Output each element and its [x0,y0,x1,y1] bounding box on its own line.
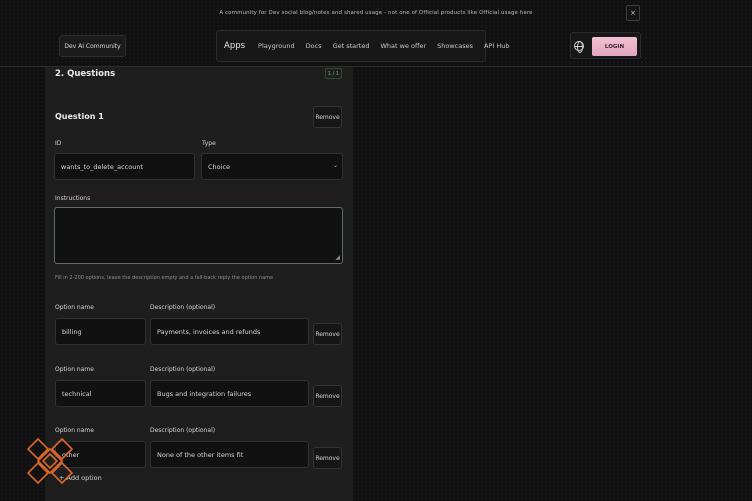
option-name-label: Option name [55,304,94,311]
header-actions: LOGIN [570,32,641,59]
nav-item-showcases[interactable]: Showcases [437,42,473,50]
option-description-input[interactable]: None of the other items fit [150,441,309,468]
option-name-input[interactable]: technical [55,380,146,407]
nav-item-playground[interactable]: Playground [258,42,295,50]
remove-question-button[interactable]: Remove [313,106,342,128]
remove-option-button[interactable]: Remove [313,323,342,345]
option-description-label: Description (optional) [150,366,216,373]
main-nav: Apps Playground Docs Get started What we… [216,30,510,62]
option-name-label: Option name [55,427,94,434]
questions-form-panel: 2. Questions 1 / 1 Question 1 Remove ID … [45,67,353,501]
chevron-down-icon: ⌄ [332,162,338,169]
section-title: 2. Questions [55,69,116,79]
option-name-label: Option name [55,366,94,373]
community-logo-icon[interactable] [24,435,76,487]
option-name-input[interactable]: billing [55,318,146,345]
banner-close-button[interactable]: × [626,5,640,21]
option-description-input[interactable]: Bugs and integration failures [150,380,309,407]
nav-item-what-we-offer[interactable]: What we offer [380,42,426,50]
remove-option-button[interactable]: Remove [313,385,342,407]
remove-option-button[interactable]: Remove [313,447,342,469]
top-navigation-bar: Dev AI Community Apps Playground Docs Ge… [0,26,752,67]
question-title: Question 1 [55,112,104,121]
type-select-value: Choice [208,162,231,171]
nav-item-docs[interactable]: Docs [306,42,322,50]
option-description-label: Description (optional) [150,427,216,434]
nav-item-apps[interactable]: Apps [224,41,245,51]
instructions-label: Instructions [55,195,91,202]
nav-item-api-hub[interactable]: API Hub [484,42,509,50]
banner-text: A community for Dev social blog/notes an… [219,10,533,16]
nav-item-get-started[interactable]: Get started [333,42,370,50]
brand-logo-button[interactable]: Dev AI Community [59,35,126,57]
question-id-input[interactable]: wants_to_delete_account [54,153,195,180]
resize-handle-icon[interactable]: ◢ [335,255,340,261]
question-type-select[interactable]: Choice ⌄ [201,153,343,180]
options-hint-text: Fill in 2-200 options, leave the descrip… [55,275,274,281]
globe-icon[interactable] [574,41,584,53]
option-description-label: Description (optional) [150,304,216,311]
question-count-badge: 1 / 1 [325,68,342,79]
id-label: ID [55,140,62,147]
login-button[interactable]: LOGIN [592,37,637,56]
instructions-textarea[interactable]: ◢ [54,207,343,264]
type-label: Type [202,140,216,147]
option-description-input[interactable]: Payments, invoices and refunds [150,318,309,345]
